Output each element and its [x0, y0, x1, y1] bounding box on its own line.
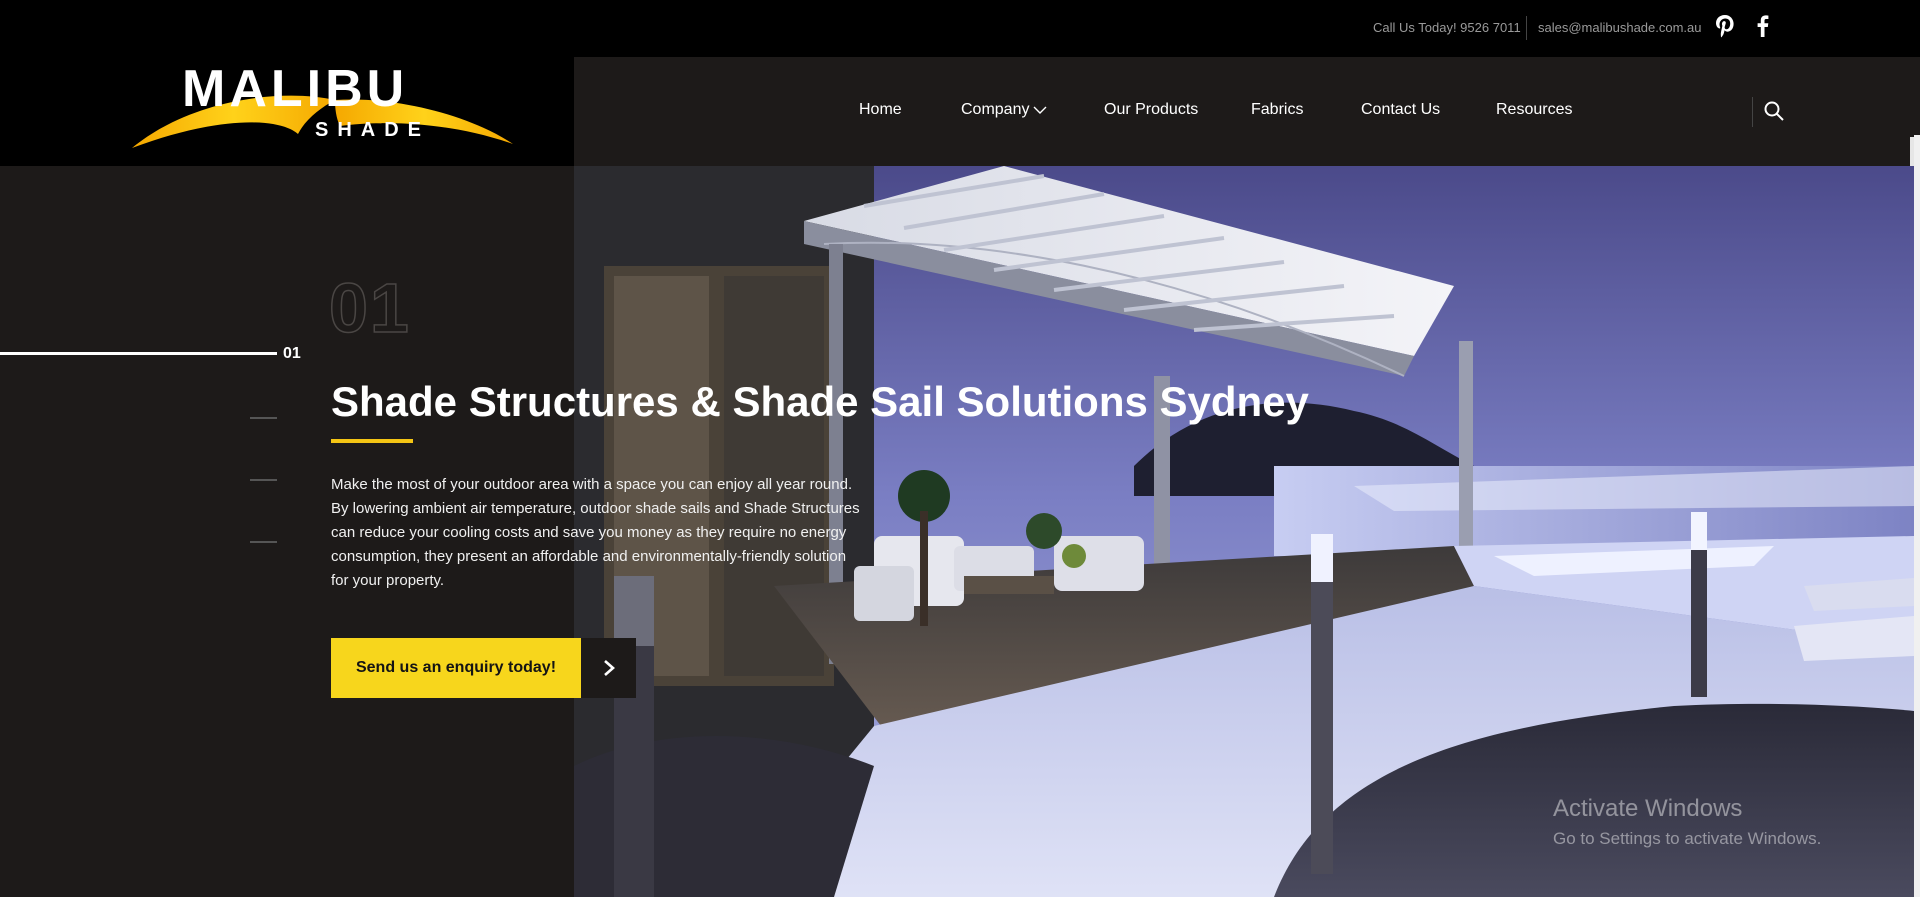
enquiry-arrow-button[interactable] — [581, 638, 636, 698]
malibu-shade-logo[interactable]: MALIBU SHADE — [130, 60, 515, 152]
hero-description: Make the most of your outdoor area with … — [331, 476, 860, 589]
slide-indicator-3[interactable] — [250, 479, 277, 481]
search-icon[interactable] — [1762, 99, 1786, 123]
page-scrollbar[interactable] — [1914, 135, 1920, 897]
chevron-down-icon — [1033, 106, 1047, 114]
nav-our-products[interactable]: Our Products — [1104, 101, 1198, 119]
logo-subtitle: SHADE — [315, 119, 430, 141]
topbar-divider — [1526, 16, 1527, 40]
slide-indicator-number[interactable]: 01 — [283, 345, 301, 363]
logo-wordmark: MALIBU — [182, 60, 408, 118]
pinterest-icon[interactable] — [1714, 13, 1736, 39]
enquiry-button[interactable]: Send us an enquiry today! — [331, 638, 581, 698]
nav-resources[interactable]: Resources — [1496, 101, 1572, 119]
activate-windows-title: Activate Windows — [1553, 795, 1743, 822]
main-navigation: Home Company Our Products Fabrics Contac… — [574, 57, 1920, 166]
facebook-icon[interactable] — [1752, 13, 1774, 39]
nav-company[interactable]: Company — [961, 101, 1047, 119]
slide-indicator-4[interactable] — [250, 541, 277, 543]
nav-divider — [1752, 97, 1753, 127]
hero-title: Shade Structures & Shade Sail Solutions … — [331, 378, 1309, 425]
slide-indicator-2[interactable] — [250, 417, 277, 419]
chevron-right-icon — [603, 660, 615, 676]
activate-windows-subtitle: Go to Settings to activate Windows. — [1553, 829, 1822, 848]
title-underline — [331, 439, 413, 443]
slide-big-number: 01 — [328, 268, 411, 348]
nav-contact-us[interactable]: Contact Us — [1361, 101, 1440, 119]
logo-block: MALIBU SHADE — [0, 0, 574, 166]
email-link[interactable]: sales@malibushade.com.au — [1538, 20, 1702, 35]
nav-fabrics[interactable]: Fabrics — [1251, 101, 1303, 119]
phone-text[interactable]: Call Us Today! 9526 7011 — [1373, 20, 1521, 35]
slide-indicator-active-line[interactable] — [0, 352, 277, 355]
nav-home[interactable]: Home — [859, 101, 902, 119]
nav-company-label: Company — [961, 101, 1030, 118]
